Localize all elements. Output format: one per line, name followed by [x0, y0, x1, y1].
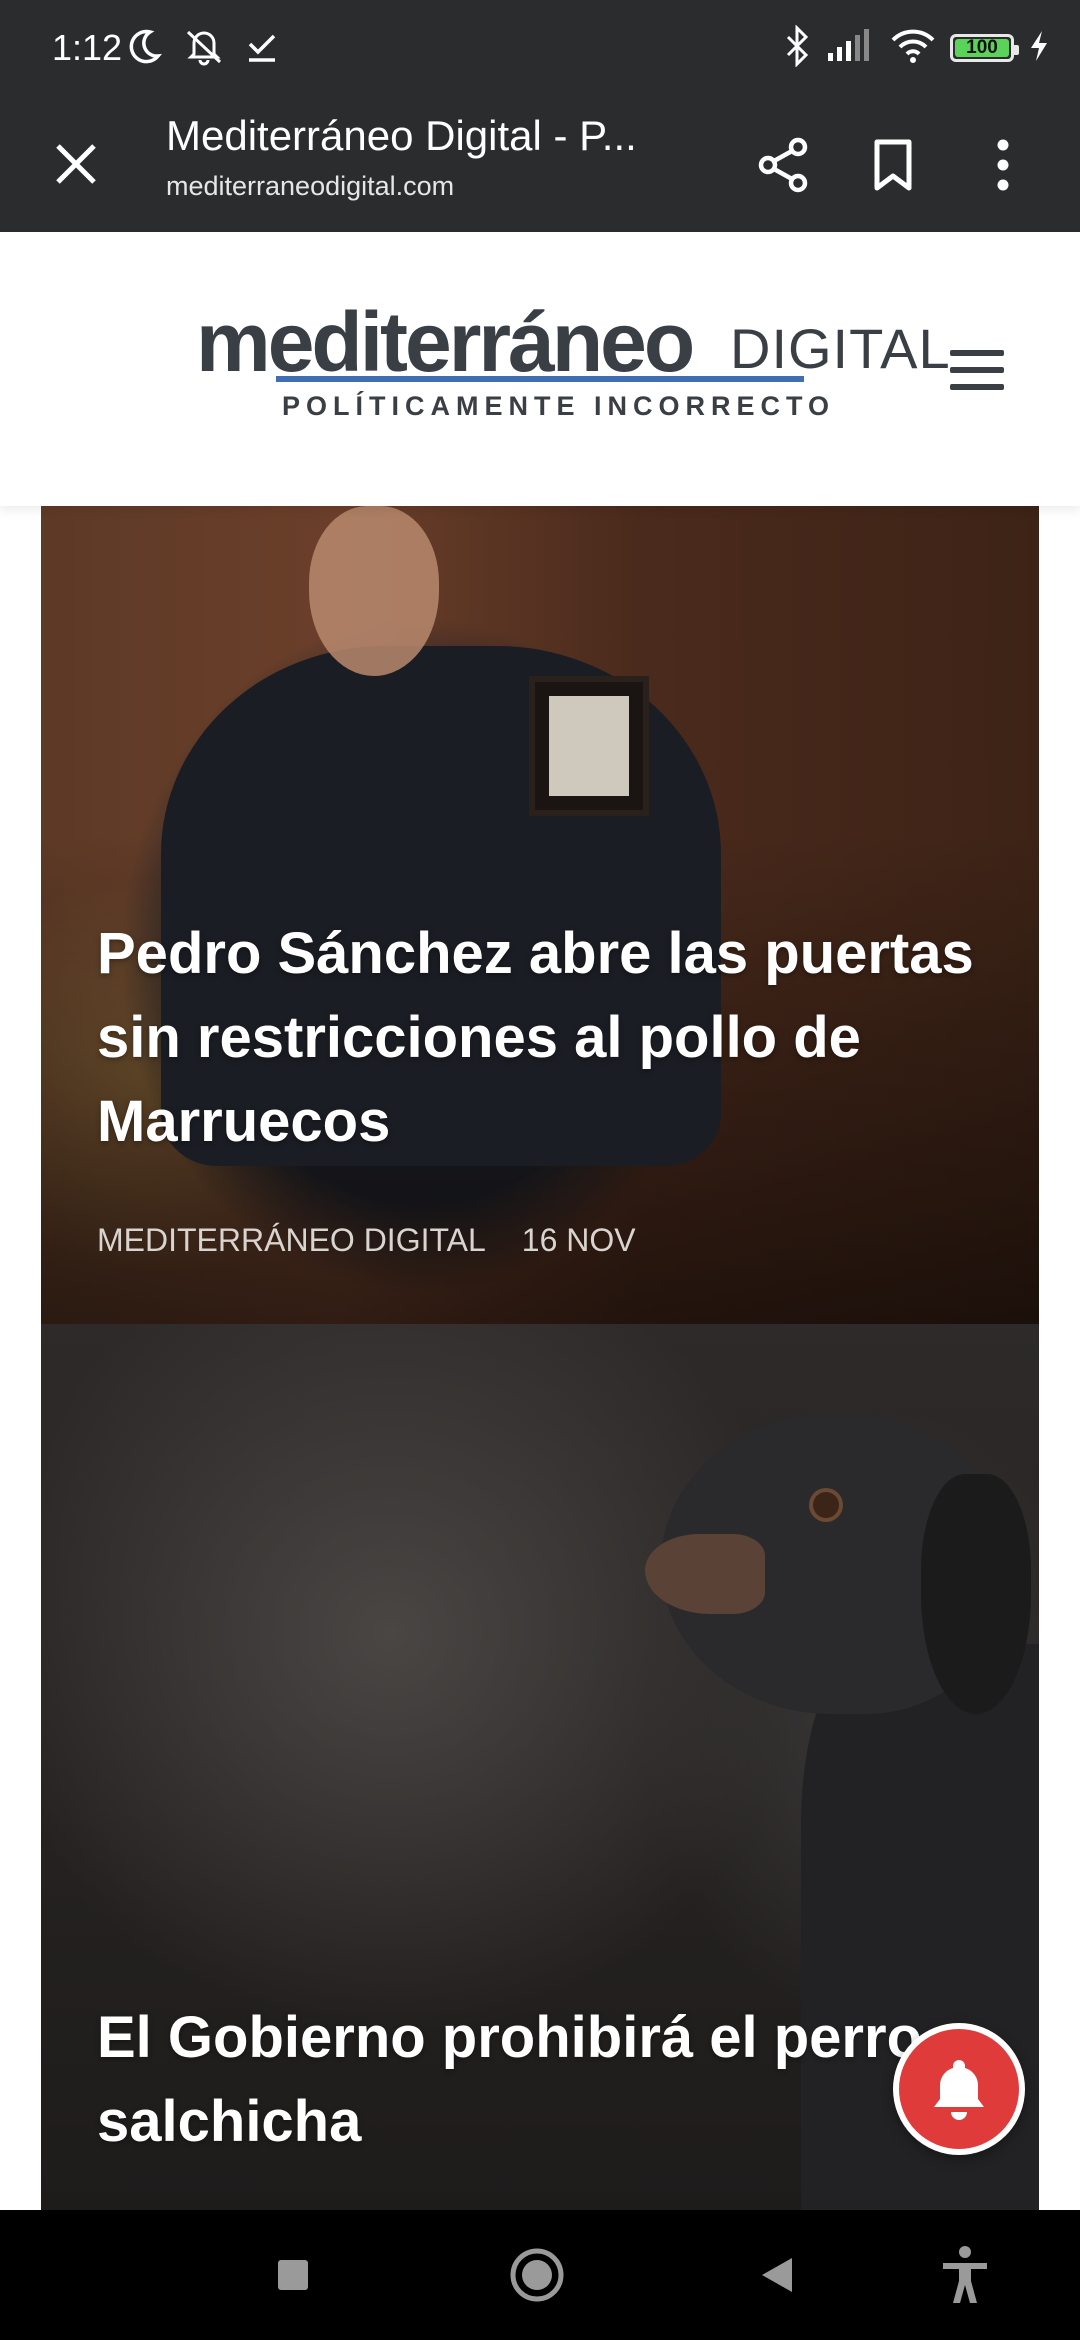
share-button[interactable]: [748, 130, 818, 200]
signal-icon: [826, 28, 876, 68]
home-button[interactable]: [502, 2240, 572, 2310]
bell-icon: [934, 2060, 984, 2120]
wifi-icon: [890, 28, 936, 69]
article-source: MEDITERRÁNEO DIGITAL: [97, 1222, 486, 1258]
article-card[interactable]: Pedro Sánchez abre las puertas sin restr…: [41, 506, 1039, 1324]
status-left-icons: [124, 24, 280, 72]
accessibility-icon: [943, 2246, 987, 2303]
moon-icon: [124, 26, 164, 71]
check-download-icon: [244, 28, 280, 69]
back-button[interactable]: [742, 2240, 812, 2310]
more-options-button[interactable]: [968, 130, 1038, 200]
recents-icon: [278, 2260, 308, 2290]
article-date: 16 NOV: [521, 1222, 636, 1258]
more-vert-icon: [997, 139, 1009, 191]
back-icon: [762, 2258, 792, 2292]
article-meta: MEDITERRÁNEO DIGITAL 16 NOV: [97, 1218, 636, 1262]
article-list: Pedro Sánchez abre las puertas sin restr…: [0, 506, 1080, 2210]
menu-button[interactable]: [950, 350, 1004, 390]
system-nav-bar: [0, 2210, 1080, 2340]
charging-icon: [1028, 29, 1050, 68]
article-title[interactable]: El Gobierno prohibirá el perro salchicha: [97, 1996, 983, 2164]
status-bar: 1:12 100: [0, 0, 1080, 96]
recents-button[interactable]: [258, 2240, 328, 2310]
battery-icon: 100: [950, 34, 1019, 62]
logo-tagline: POLÍTICAMENTE INCORRECTO: [282, 391, 836, 421]
logo-underline: [276, 376, 804, 382]
notification-subscribe-button[interactable]: [893, 2023, 1025, 2155]
status-right-icons: 100: [782, 23, 1050, 72]
site-header: mediterráneo DIGITAL POLÍTICAMENTE INCOR…: [0, 232, 1080, 506]
article-title[interactable]: Pedro Sánchez abre las puertas sin restr…: [97, 912, 983, 1164]
browser-toolbar: Mediterráneo Digital - P... mediterraneo…: [0, 96, 1080, 232]
battery-level: 100: [966, 37, 998, 58]
hamburger-icon: [950, 350, 1004, 356]
bluetooth-icon: [782, 23, 812, 72]
home-icon: [510, 2248, 564, 2302]
article-card[interactable]: El Gobierno prohibirá el perro salchicha: [41, 1324, 1039, 2210]
page-url: mediterraneodigital.com: [166, 171, 455, 201]
bookmark-icon: [874, 139, 912, 191]
site-logo[interactable]: mediterráneo DIGITAL POLÍTICAMENTE INCOR…: [196, 292, 950, 442]
bookmark-button[interactable]: [858, 130, 928, 200]
status-time: 1:12: [52, 27, 123, 68]
share-icon: [758, 137, 808, 193]
logo-digital: DIGITAL: [730, 317, 951, 380]
notifications-off-icon: [182, 24, 226, 73]
accessibility-button[interactable]: [930, 2240, 1000, 2310]
close-tab-button[interactable]: [44, 132, 108, 196]
page-title: Mediterráneo Digital - P...: [166, 112, 637, 159]
close-icon: [56, 144, 96, 184]
